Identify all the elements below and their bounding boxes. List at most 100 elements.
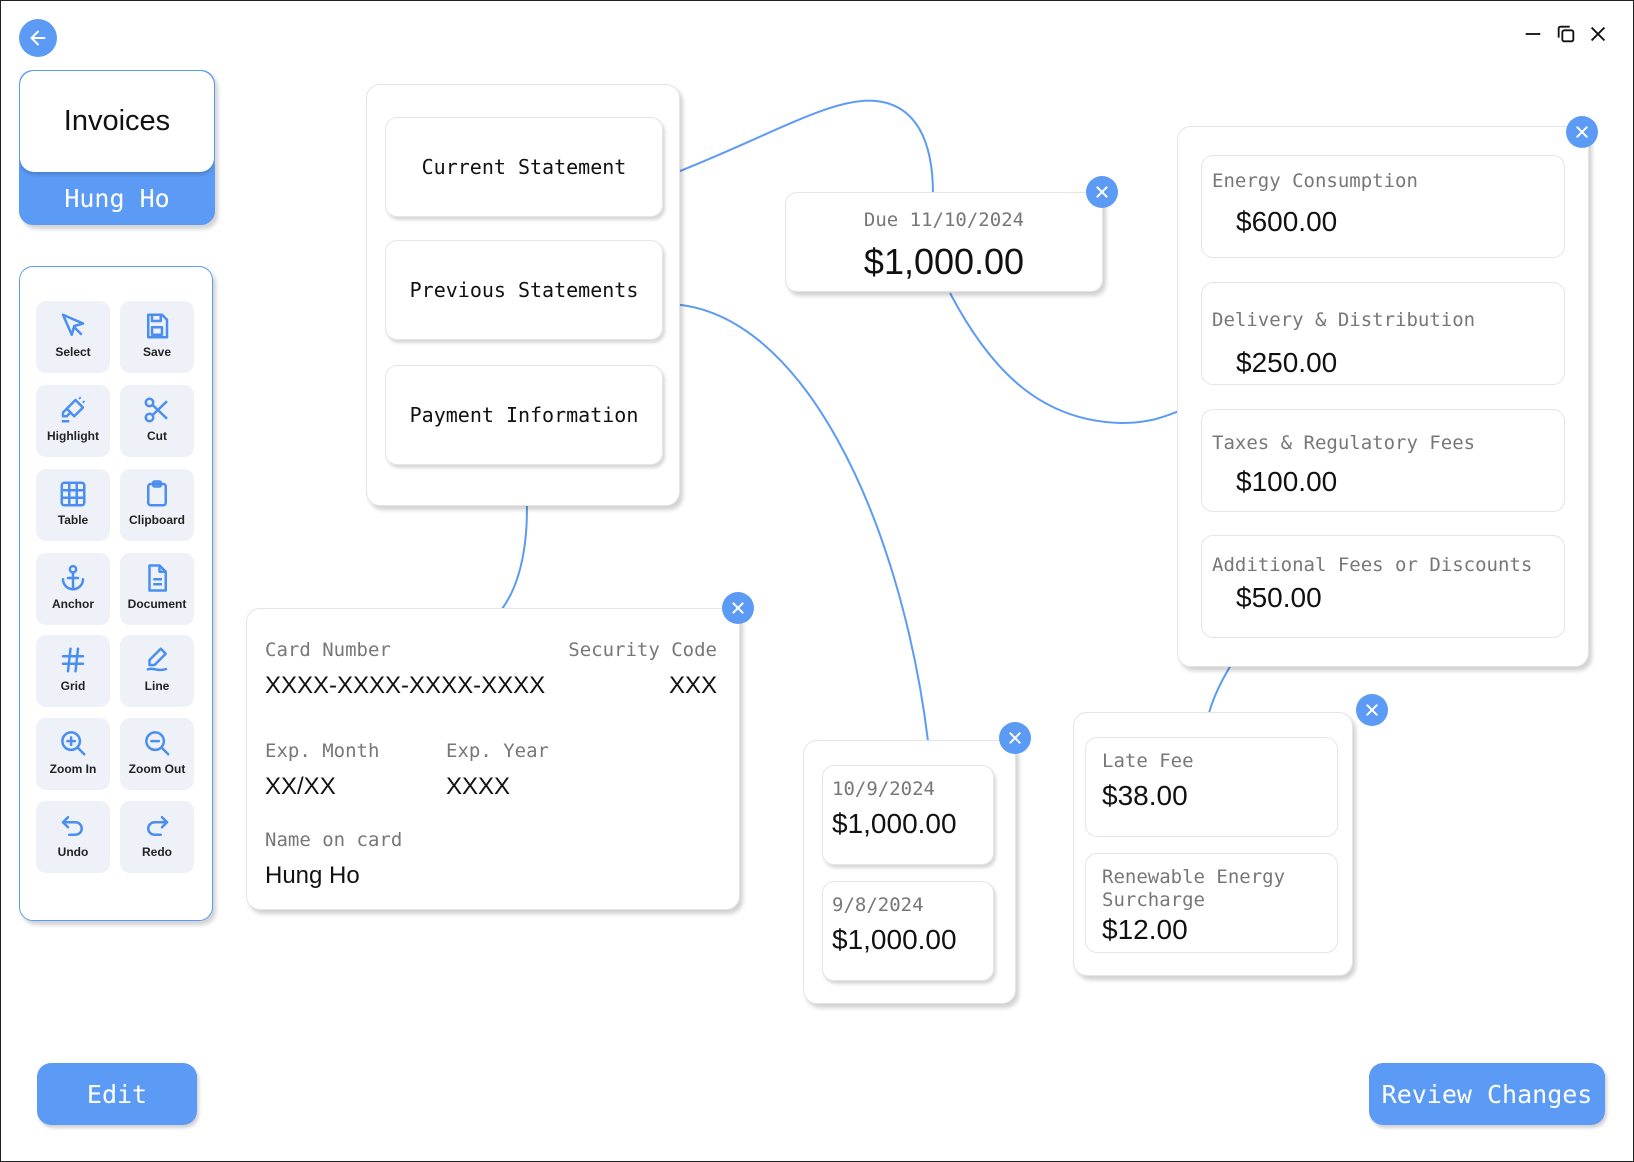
tool-zoom-out[interactable]: Zoom Out [120, 718, 194, 790]
statement-nav-card: Current Statement Previous Statements Pa… [366, 84, 680, 506]
close-breakdown-card-button[interactable] [1566, 116, 1598, 148]
tool-grid[interactable]: Grid [36, 635, 110, 707]
previous-statement-item[interactable]: 10/9/2024 $1,000.00 [822, 765, 994, 865]
clipboard-icon [147, 480, 167, 507]
tool-label: Document [127, 597, 187, 611]
tool-table[interactable]: Table [36, 469, 110, 541]
save-icon [147, 313, 169, 339]
close-due-card-button[interactable] [1086, 176, 1118, 208]
zoom-out-icon [145, 731, 170, 756]
name-on-card-value: Hung Ho [265, 862, 360, 889]
tool-label: Table [57, 513, 89, 527]
app-window: Invoices Hung Ho Select Save Highlight C… [0, 0, 1634, 1162]
close-additional-fees-card-button[interactable] [1356, 694, 1388, 726]
highlighter-icon [61, 396, 86, 423]
charge-item: Energy Consumption $600.00 [1201, 155, 1565, 258]
tool-label: Cut [147, 429, 167, 443]
tool-cut[interactable]: Cut [120, 385, 194, 457]
close-icon [1590, 26, 1606, 42]
tool-line[interactable]: Line [120, 635, 194, 707]
charge-amount: $100.00 [1236, 466, 1338, 497]
exp-year-value: XXXX [446, 773, 511, 800]
fee-amount: $12.00 [1102, 914, 1188, 945]
statement-amount: $1,000.00 [832, 808, 957, 839]
charges-breakdown-card: Energy Consumption $600.00 Delivery & Di… [1177, 126, 1589, 667]
statement-date: 9/8/2024 [832, 894, 924, 916]
tool-label: Redo [142, 845, 172, 859]
close-icon [1009, 732, 1021, 744]
page-title: Invoices [20, 71, 214, 172]
cursor-icon [61, 313, 85, 336]
charge-amount: $600.00 [1236, 206, 1338, 237]
fee-label: Late Fee [1102, 750, 1194, 772]
minimize-icon [1525, 33, 1541, 35]
tool-select[interactable]: Select [36, 301, 110, 373]
table-icon [60, 481, 86, 507]
charge-amount: $250.00 [1236, 347, 1338, 378]
connector-current-to-due [661, 99, 934, 195]
fee-item: Late Fee $38.00 [1085, 737, 1338, 837]
exp-year-label: Exp. Year [446, 740, 549, 762]
close-previous-statements-card-button[interactable] [999, 722, 1031, 754]
toolbox: Select Save Highlight Cut Table Clipboar… [19, 266, 213, 921]
additional-fees-card: Late Fee $38.00 Renewable Energy Surchar… [1073, 712, 1353, 976]
edit-button[interactable]: Edit [37, 1063, 197, 1125]
charge-amount: $50.00 [1236, 582, 1322, 613]
current-statement-button[interactable]: Current Statement [385, 117, 663, 217]
hash-icon [61, 647, 85, 673]
tool-anchor[interactable]: Anchor [36, 553, 110, 625]
previous-statement-item[interactable]: 9/8/2024 $1,000.00 [822, 881, 994, 981]
security-code-value: XXX [668, 672, 717, 699]
connector-due-to-breakdown [949, 292, 1180, 425]
user-name: Hung Ho [64, 183, 170, 213]
invoice-title-card: Invoices Hung Ho [19, 70, 215, 225]
close-window-button[interactable] [1583, 19, 1613, 49]
restore-button[interactable] [1551, 19, 1581, 49]
due-amount: $1,000.00 [863, 241, 1025, 282]
previous-statements-card: 10/9/2024 $1,000.00 9/8/2024 $1,000.00 [803, 740, 1016, 1004]
charge-item: Additional Fees or Discounts $50.00 [1201, 535, 1565, 638]
tool-label: Anchor [52, 597, 94, 611]
charge-label: Delivery & Distribution [1212, 309, 1476, 331]
close-icon [732, 602, 744, 614]
back-button[interactable] [19, 19, 57, 57]
charge-item: Delivery & Distribution $250.00 [1201, 282, 1565, 385]
zoom-in-icon [61, 731, 86, 756]
tool-save[interactable]: Save [120, 301, 194, 373]
tool-document[interactable]: Document [120, 553, 194, 625]
tool-label: Highlight [47, 429, 99, 443]
tool-label: Line [144, 679, 170, 693]
tool-highlight[interactable]: Highlight [36, 385, 110, 457]
fee-amount: $38.00 [1102, 780, 1188, 811]
tool-label: Zoom In [49, 762, 97, 776]
minimize-button[interactable] [1518, 19, 1548, 49]
arrow-left-icon [30, 30, 46, 46]
due-card: Due 11/10/2024 $1,000.00 [785, 192, 1103, 292]
tool-undo[interactable]: Undo [36, 801, 110, 873]
anchor-icon [61, 564, 85, 591]
charge-label: Taxes & Regulatory Fees [1212, 432, 1476, 454]
tool-label: Zoom Out [128, 762, 186, 776]
charge-label: Additional Fees or Discounts [1212, 554, 1533, 576]
tool-redo[interactable]: Redo [120, 801, 194, 873]
exp-month-label: Exp. Month [265, 740, 380, 762]
fee-label: Renewable Energy Surcharge [1102, 866, 1286, 911]
tool-clipboard[interactable]: Clipboard [120, 469, 194, 541]
close-icon [1366, 704, 1378, 716]
close-payment-card-button[interactable] [722, 592, 754, 624]
tool-label: Undo [57, 845, 89, 859]
review-changes-button[interactable]: Review Changes [1369, 1063, 1605, 1125]
card-number-label: Card Number [265, 639, 391, 661]
redo-icon [147, 816, 169, 836]
close-icon [1096, 186, 1108, 198]
tool-zoom-in[interactable]: Zoom In [36, 718, 110, 790]
statement-amount: $1,000.00 [832, 924, 957, 955]
payment-information-button[interactable]: Payment Information [385, 365, 663, 465]
charge-label: Energy Consumption [1212, 170, 1418, 192]
undo-icon [61, 816, 83, 836]
previous-statements-button[interactable]: Previous Statements [385, 240, 663, 340]
tool-label: Save [142, 345, 172, 359]
document-icon [148, 564, 167, 592]
tool-label: Clipboard [129, 513, 185, 527]
card-number-value: XXXX-XXXX-XXXX-XXXX [265, 672, 546, 699]
